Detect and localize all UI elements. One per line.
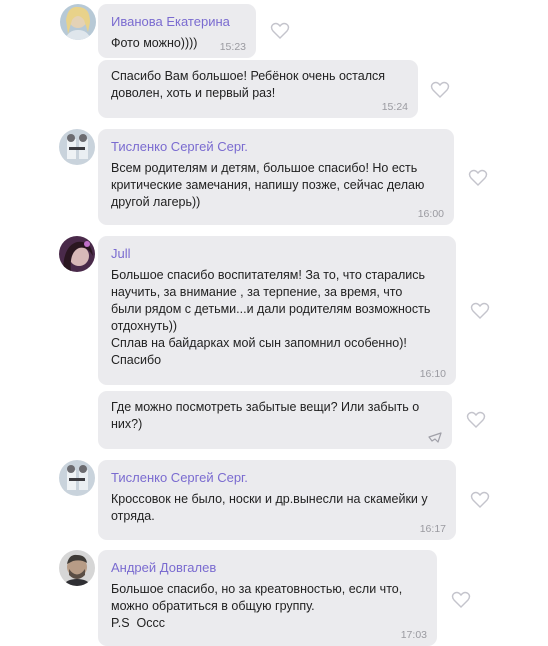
sender-name[interactable]: Тисленко Сергей Серг. bbox=[111, 470, 444, 485]
heart-icon[interactable] bbox=[470, 491, 490, 509]
message-bubble[interactable]: Тисленко Сергей Серг. Кроссовок не было,… bbox=[98, 460, 456, 540]
message-text: Всем родителям и детям, большое спасибо!… bbox=[111, 161, 425, 209]
heart-icon[interactable] bbox=[468, 169, 488, 187]
message-bubble[interactable]: Тисленко Сергей Серг. Всем родителям и д… bbox=[98, 129, 454, 225]
sender-name[interactable]: Андрей Довгалев bbox=[111, 560, 425, 575]
message-time: 15:24 bbox=[381, 101, 408, 113]
message-bubble[interactable]: Иванова Екатерина Фото можно)))) 15:23 bbox=[98, 4, 256, 58]
message-bubble[interactable]: Андрей Довгалев Большое спасибо, но за к… bbox=[98, 550, 437, 646]
message-time: 16:10 bbox=[419, 368, 446, 380]
sender-name[interactable]: Jull bbox=[111, 246, 444, 261]
sender-name[interactable]: Тисленко Сергей Серг. bbox=[111, 139, 442, 154]
message-text: Большое спасибо воспитателям! За то, что… bbox=[111, 268, 431, 367]
message-text: Где можно посмотреть забытые вещи? Или з… bbox=[111, 400, 420, 431]
message-text: Большое спасибо, но за креатовностью, ес… bbox=[111, 582, 403, 630]
message-time: 17:03 bbox=[400, 629, 427, 641]
sent-icon bbox=[428, 432, 442, 443]
avatar[interactable] bbox=[59, 460, 95, 496]
message-text: Спасибо Вам большое! Ребёнок очень остал… bbox=[111, 69, 386, 100]
heart-icon[interactable] bbox=[270, 22, 290, 40]
message-text: Кроссовок не было, носки и др.вынесли на… bbox=[111, 492, 428, 523]
message-bubble[interactable]: Спасибо Вам большое! Ребёнок очень остал… bbox=[98, 60, 418, 118]
heart-icon[interactable] bbox=[466, 411, 486, 429]
avatar[interactable] bbox=[60, 4, 96, 40]
avatar[interactable] bbox=[59, 550, 95, 586]
heart-icon[interactable] bbox=[470, 302, 490, 320]
heart-icon[interactable] bbox=[430, 81, 450, 99]
heart-icon[interactable] bbox=[451, 591, 471, 609]
message-bubble[interactable]: Jull Большое спасибо воспитателям! За то… bbox=[98, 236, 456, 385]
message-time: 15:23 bbox=[219, 41, 246, 53]
message-time: 16:17 bbox=[419, 523, 446, 535]
sender-name[interactable]: Иванова Екатерина bbox=[111, 14, 244, 29]
message-time: 16:00 bbox=[417, 208, 444, 220]
avatar[interactable] bbox=[59, 129, 95, 165]
avatar[interactable] bbox=[59, 236, 95, 272]
message-bubble[interactable]: Где можно посмотреть забытые вещи? Или з… bbox=[98, 391, 452, 449]
